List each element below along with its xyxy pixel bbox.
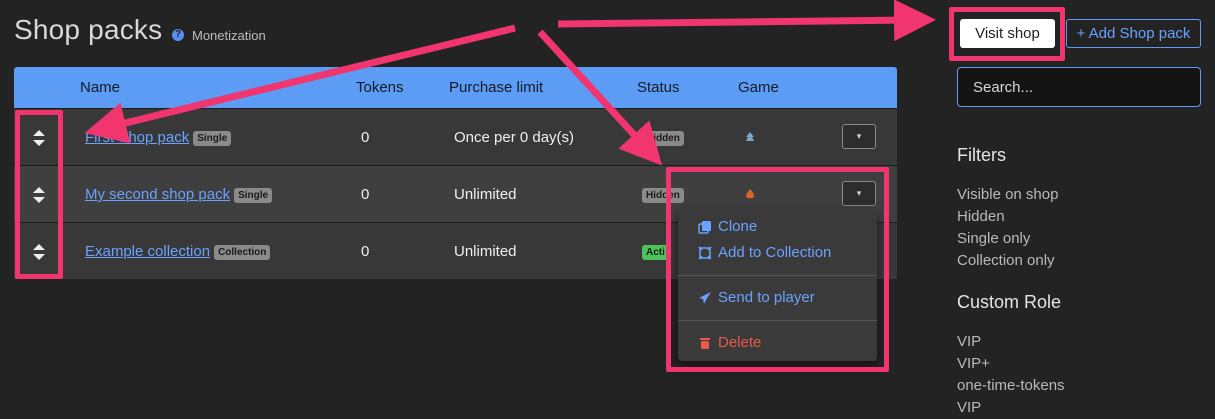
status-badge: Hidden <box>642 188 684 203</box>
menu-item-send-to-player[interactable]: Send to player <box>698 289 815 306</box>
menu-item-clone[interactable]: Clone <box>698 218 757 235</box>
sort-handle-icon[interactable] <box>32 186 46 204</box>
filter-single-only[interactable]: Single only <box>957 230 1030 247</box>
filter-visible-on-shop[interactable]: Visible on shop <box>957 186 1058 203</box>
role-filter-item[interactable]: VIP <box>957 333 981 350</box>
purchase-limit-value: Unlimited <box>454 186 517 203</box>
paper-plane-icon <box>699 291 711 304</box>
row-actions-menu: Clone Add to Collection Send to player D… <box>678 208 877 361</box>
menu-item-label: Clone <box>718 218 758 235</box>
role-filter-item[interactable]: one-time-tokens <box>957 377 1065 394</box>
purchase-limit-value: Unlimited <box>454 243 517 260</box>
page-title: Shop packs <box>14 14 163 45</box>
arrow-to-visit-shop <box>557 0 936 42</box>
purchase-limit-value: Once per 0 day(s) <box>454 129 575 146</box>
custom-role-heading: Custom Role <box>957 292 1062 312</box>
menu-item-label: Send to player <box>718 289 815 306</box>
copy-icon <box>698 220 711 234</box>
type-badge: Single <box>234 188 273 203</box>
table-row: First Shop pack Single 0 Once per 0 day(s… <box>14 108 897 165</box>
menu-item-label: Add to Collection <box>718 244 832 261</box>
menu-item-delete[interactable]: Delete <box>698 334 761 351</box>
search-input[interactable] <box>957 67 1201 107</box>
sort-handle-icon[interactable] <box>32 243 46 261</box>
row-actions-dropdown[interactable]: ▾ <box>842 181 876 206</box>
pack-name-link[interactable]: My second shop pack Single <box>85 186 273 203</box>
type-badge: Single <box>193 131 232 146</box>
breadcrumb[interactable]: Monetization <box>192 28 266 43</box>
menu-item-label: Delete <box>718 334 762 351</box>
tokens-value: 0 <box>361 186 370 203</box>
tokens-value: 0 <box>361 129 370 146</box>
column-header-status[interactable]: Status <box>637 79 680 96</box>
filter-collection-only[interactable]: Collection only <box>957 252 1055 269</box>
status-badge: Hidden <box>642 131 684 146</box>
column-header-tokens[interactable]: Tokens <box>356 79 404 96</box>
sort-handle-icon[interactable] <box>32 129 46 147</box>
visit-shop-button[interactable]: Visit shop <box>960 19 1055 48</box>
table-header: Name Tokens Purchase limit Status Game <box>14 67 897 108</box>
column-header-game[interactable]: Game <box>738 79 779 96</box>
game-icon <box>746 189 754 199</box>
trash-icon <box>700 337 710 349</box>
menu-divider <box>678 275 877 276</box>
menu-item-add-to-collection[interactable]: Add to Collection <box>698 244 831 261</box>
pack-name-link[interactable]: Example collection Collection <box>85 243 271 260</box>
add-shop-pack-button[interactable]: + Add Shop pack <box>1066 19 1201 48</box>
column-header-purchase-limit[interactable]: Purchase limit <box>449 79 543 96</box>
role-filter-item[interactable]: VIP <box>957 399 981 416</box>
filter-hidden[interactable]: Hidden <box>957 208 1005 225</box>
type-badge: Collection <box>214 245 271 260</box>
status-badge: Acti <box>642 245 669 260</box>
pack-name-link[interactable]: First Shop pack Single <box>85 129 232 146</box>
collection-icon <box>698 245 712 260</box>
help-icon[interactable]: ? <box>172 29 184 41</box>
tokens-value: 0 <box>361 243 370 260</box>
column-header-name[interactable]: Name <box>80 79 120 96</box>
menu-divider <box>678 320 877 321</box>
filters-heading: Filters <box>957 145 1006 165</box>
role-filter-item[interactable]: VIP+ <box>957 355 990 372</box>
game-icon <box>746 132 754 141</box>
row-actions-dropdown[interactable]: ▾ <box>842 124 876 149</box>
